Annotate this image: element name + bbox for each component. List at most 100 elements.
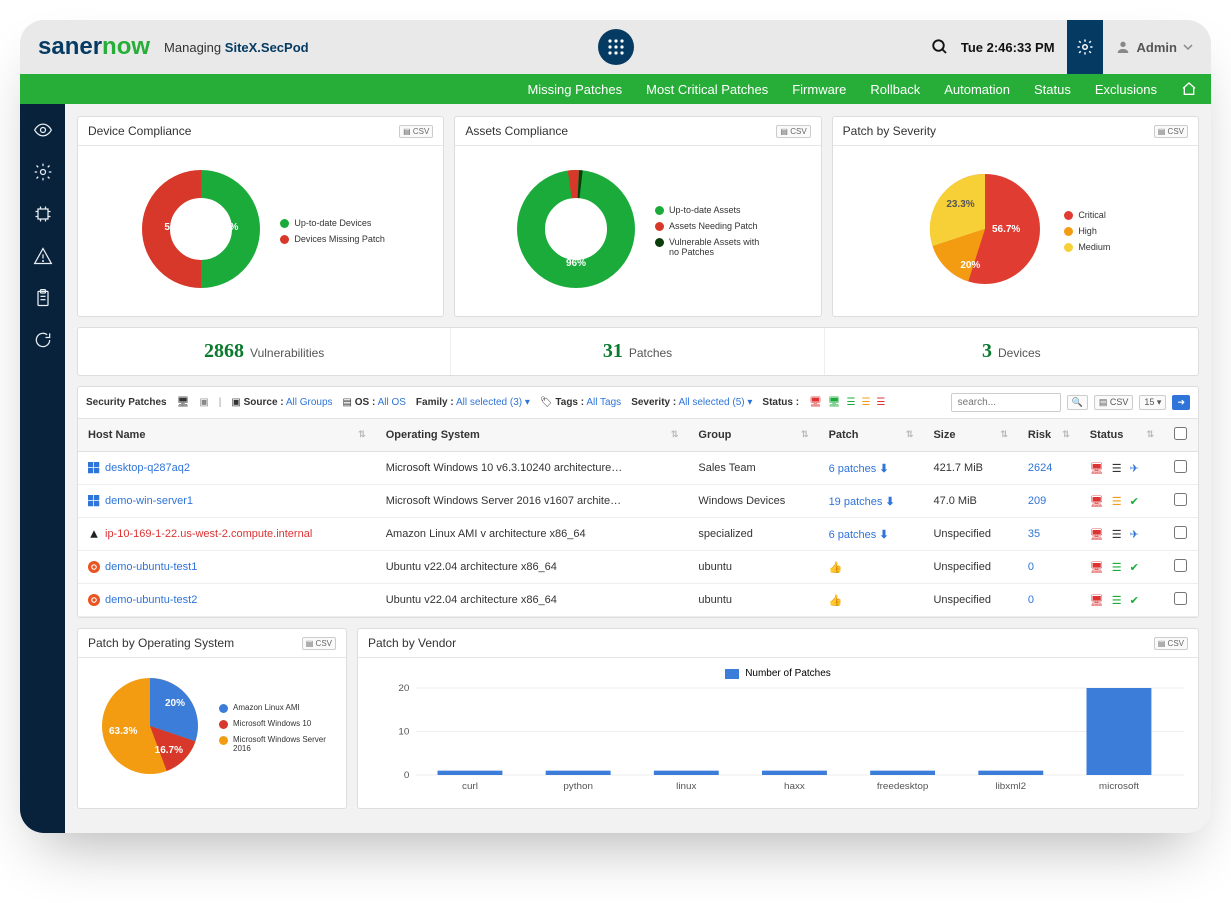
filter-os[interactable]: All OS — [378, 397, 406, 408]
thumb-up-icon: 👍 — [829, 595, 843, 607]
managing-context: Managing SiteX.SecPod — [164, 40, 309, 55]
patch-link[interactable]: 19 patches ⬇ — [829, 496, 895, 508]
row-checkbox[interactable] — [1174, 493, 1187, 506]
risk-link[interactable]: 0 — [1028, 561, 1034, 573]
col-header[interactable]: Patch⇅ — [819, 419, 924, 452]
col-header[interactable] — [1164, 419, 1198, 452]
patch-link[interactable]: 6 patches ⬇ — [829, 463, 889, 475]
search-icon[interactable] — [931, 38, 949, 56]
cube-icon[interactable]: ▣ — [199, 397, 208, 408]
row-checkbox[interactable] — [1174, 592, 1187, 605]
csv-button[interactable]: ▤ CSV — [399, 125, 433, 138]
csv-button[interactable]: ▤ CSV — [1154, 125, 1188, 138]
security-patches-panel: Security Patches 🖥 ▣ | ▣ Source : All Gr… — [77, 386, 1199, 618]
refresh-icon[interactable] — [33, 330, 53, 350]
svg-text:curl: curl — [462, 781, 478, 791]
csv-button[interactable]: ▤ CSV — [776, 125, 810, 138]
filter-tags[interactable]: All Tags — [586, 397, 621, 408]
monitor-icon: 🖥 — [1090, 462, 1104, 475]
svg-text:libxml2: libxml2 — [995, 781, 1026, 791]
status-filter-icons[interactable]: 🖥🖥☰☰☰ — [809, 397, 885, 408]
row-checkbox[interactable] — [1174, 559, 1187, 572]
bar-chart: Number of Patches 01020curlpythonlinuxha… — [358, 658, 1198, 808]
export-button[interactable]: ➜ — [1172, 395, 1190, 410]
list-icon: ☰ — [1112, 495, 1122, 508]
monitor-icon[interactable]: 🖥 — [177, 397, 190, 408]
chip-icon[interactable] — [33, 204, 53, 224]
filter-severity[interactable]: All selected (5) ▾ — [678, 397, 752, 408]
monitor-icon: 🖥 — [1090, 528, 1104, 541]
risk-link[interactable]: 209 — [1028, 495, 1046, 507]
filter-source[interactable]: All Groups — [286, 397, 333, 408]
donut-chart: 96% — [511, 164, 641, 299]
check-icon: ✔ — [1130, 561, 1139, 574]
chevron-down-icon — [1183, 42, 1193, 52]
svg-text:20: 20 — [398, 683, 409, 693]
apps-button[interactable] — [598, 29, 634, 65]
select-all-checkbox[interactable] — [1174, 427, 1187, 440]
nav-rollback[interactable]: Rollback — [870, 82, 920, 97]
nav-automation[interactable]: Automation — [944, 82, 1010, 97]
logo: sanernow — [38, 33, 150, 61]
csv-button[interactable]: ▤ CSV — [1094, 395, 1134, 410]
table-row: demo-ubuntu-test1Ubuntu v22.04 architect… — [78, 551, 1198, 584]
host-link[interactable]: ip-10-169-1-22.us-west-2.compute.interna… — [105, 528, 312, 540]
row-checkbox[interactable] — [1174, 460, 1187, 473]
csv-button[interactable]: ▤ CSV — [302, 637, 336, 650]
col-header[interactable]: Status⇅ — [1080, 419, 1164, 452]
card-title: Patch by Vendor — [368, 636, 456, 650]
list-icon: ☰ — [1112, 462, 1122, 475]
clipboard-icon[interactable] — [33, 288, 53, 308]
csv-button[interactable]: ▤ CSV — [1154, 637, 1188, 650]
nav-firmware[interactable]: Firmware — [792, 82, 846, 97]
card-patch-by-os: Patch by Operating System▤ CSV 20% 16.7%… — [77, 628, 347, 809]
svg-text:linux: linux — [676, 781, 697, 791]
card-assets-compliance: Assets Compliance▤ CSV 96% Up-to-date As… — [454, 116, 821, 317]
nav-exclusions[interactable]: Exclusions — [1095, 82, 1157, 97]
col-header[interactable]: Operating System⇅ — [376, 419, 689, 452]
card-patch-severity: Patch by Severity▤ CSV 56.7% 20% 23.3% — [832, 116, 1199, 317]
host-link[interactable]: demo-win-server1 — [105, 495, 193, 507]
host-link[interactable]: demo-ubuntu-test1 — [105, 561, 197, 573]
nav-most-critical[interactable]: Most Critical Patches — [646, 82, 768, 97]
svg-text:10: 10 — [398, 727, 409, 737]
eye-icon[interactable] — [33, 120, 53, 140]
card-title: Device Compliance — [88, 124, 191, 138]
gear-icon[interactable] — [33, 162, 53, 182]
host-link[interactable]: desktop-q287aq2 — [105, 462, 190, 474]
svg-text:freedesktop: freedesktop — [877, 781, 929, 791]
search-go-button[interactable]: 🔍 — [1067, 395, 1088, 410]
col-header[interactable]: Group⇅ — [688, 419, 818, 452]
risk-link[interactable]: 2624 — [1028, 462, 1052, 474]
nav-missing-patches[interactable]: Missing Patches — [527, 82, 622, 97]
card-title: Assets Compliance — [465, 124, 568, 138]
home-icon[interactable] — [1181, 81, 1197, 97]
topbar: sanernow Managing SiteX.SecPod Tue 2:46:… — [20, 20, 1211, 74]
host-link[interactable]: demo-ubuntu-test2 — [105, 594, 197, 606]
table-row: demo-ubuntu-test2Ubuntu v22.04 architect… — [78, 584, 1198, 617]
col-header[interactable]: Risk⇅ — [1018, 419, 1080, 452]
nav-status[interactable]: Status — [1034, 82, 1071, 97]
svg-text:python: python — [563, 781, 593, 791]
alert-icon[interactable] — [33, 246, 53, 266]
filter-family[interactable]: All selected (3) ▾ — [456, 397, 530, 408]
monitor-icon: 🖥 — [1090, 594, 1104, 607]
risk-link[interactable]: 35 — [1028, 528, 1040, 540]
rocket-icon[interactable]: ✈ — [1130, 528, 1139, 541]
check-icon: ✔ — [1130, 594, 1139, 607]
user-menu[interactable]: Admin — [1115, 39, 1193, 55]
monitor-icon: 🖥 — [1090, 561, 1104, 574]
table-row: demo-win-server1Microsoft Windows Server… — [78, 485, 1198, 518]
rocket-icon[interactable]: ✈ — [1130, 462, 1139, 475]
col-header[interactable]: Size⇅ — [923, 419, 1017, 452]
col-header[interactable]: Host Name⇅ — [78, 419, 376, 452]
svg-text:haxx: haxx — [784, 781, 805, 791]
risk-link[interactable]: 0 — [1028, 594, 1034, 606]
donut-chart: 50% 50% — [136, 164, 266, 299]
row-checkbox[interactable] — [1174, 526, 1187, 539]
check-icon: ✔ — [1130, 495, 1139, 508]
patch-link[interactable]: 6 patches ⬇ — [829, 529, 889, 541]
settings-button[interactable] — [1067, 20, 1103, 74]
page-size[interactable]: 15 ▾ — [1139, 395, 1166, 410]
search-input[interactable] — [951, 393, 1061, 412]
